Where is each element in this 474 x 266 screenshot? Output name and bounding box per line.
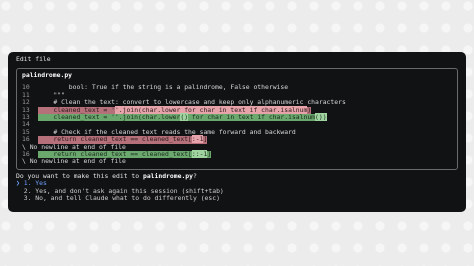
diff-panel: palindrome.py 10 bool: True if the strin… — [16, 68, 458, 170]
confirm-prompt: Do you want to make this edit to palindr… — [16, 171, 458, 180]
code-segment: bool: True if the string is a palindrome… — [38, 83, 289, 92]
options-list: ❯ 1. Yes 2. Yes, and don't ask again thi… — [16, 179, 458, 202]
no-newline-note: \ No newline at end of file — [22, 157, 126, 166]
option-3[interactable]: 3. No, and tell Claude what to do differ… — [16, 193, 458, 202]
dialog-title: Edit file — [16, 55, 51, 63]
changed-segment: () — [180, 112, 189, 121]
code-segment: cleaned_text = ''.join(char.lower — [38, 112, 181, 121]
diff-lines: 10 bool: True if the string is a palindr… — [22, 83, 452, 166]
changed-segment: :-1 — [191, 135, 204, 144]
code-segment: for char in text if char.isalnum — [188, 112, 316, 121]
diff-line: 13 cleaned_text = ''.join(char.lower() f… — [22, 112, 452, 122]
prompt-file: palindrome.py — [142, 171, 193, 180]
changed-segment: ()) — [315, 112, 327, 121]
context-code: bool: True if the string is a palindrome… — [38, 84, 288, 91]
option-label: 3. No, and tell Claude what to do differ… — [19, 193, 220, 202]
diff-line: \ No newline at end of file — [22, 157, 452, 166]
terminal-window: Edit file palindrome.py 10 bool: True if… — [8, 52, 466, 212]
changed-segment: ::-1 — [191, 149, 208, 158]
code-segment: ] — [203, 135, 208, 144]
added-code: cleaned_text = ''.join(char.lower() for … — [38, 112, 327, 122]
prompt-suffix: ? — [193, 171, 197, 180]
diff-line: 10 bool: True if the string is a palindr… — [22, 83, 452, 91]
code-segment: ] — [207, 149, 212, 158]
file-name: palindrome.py — [22, 71, 73, 79]
code-segment: return cleaned_text == cleaned_text[ — [38, 135, 192, 144]
